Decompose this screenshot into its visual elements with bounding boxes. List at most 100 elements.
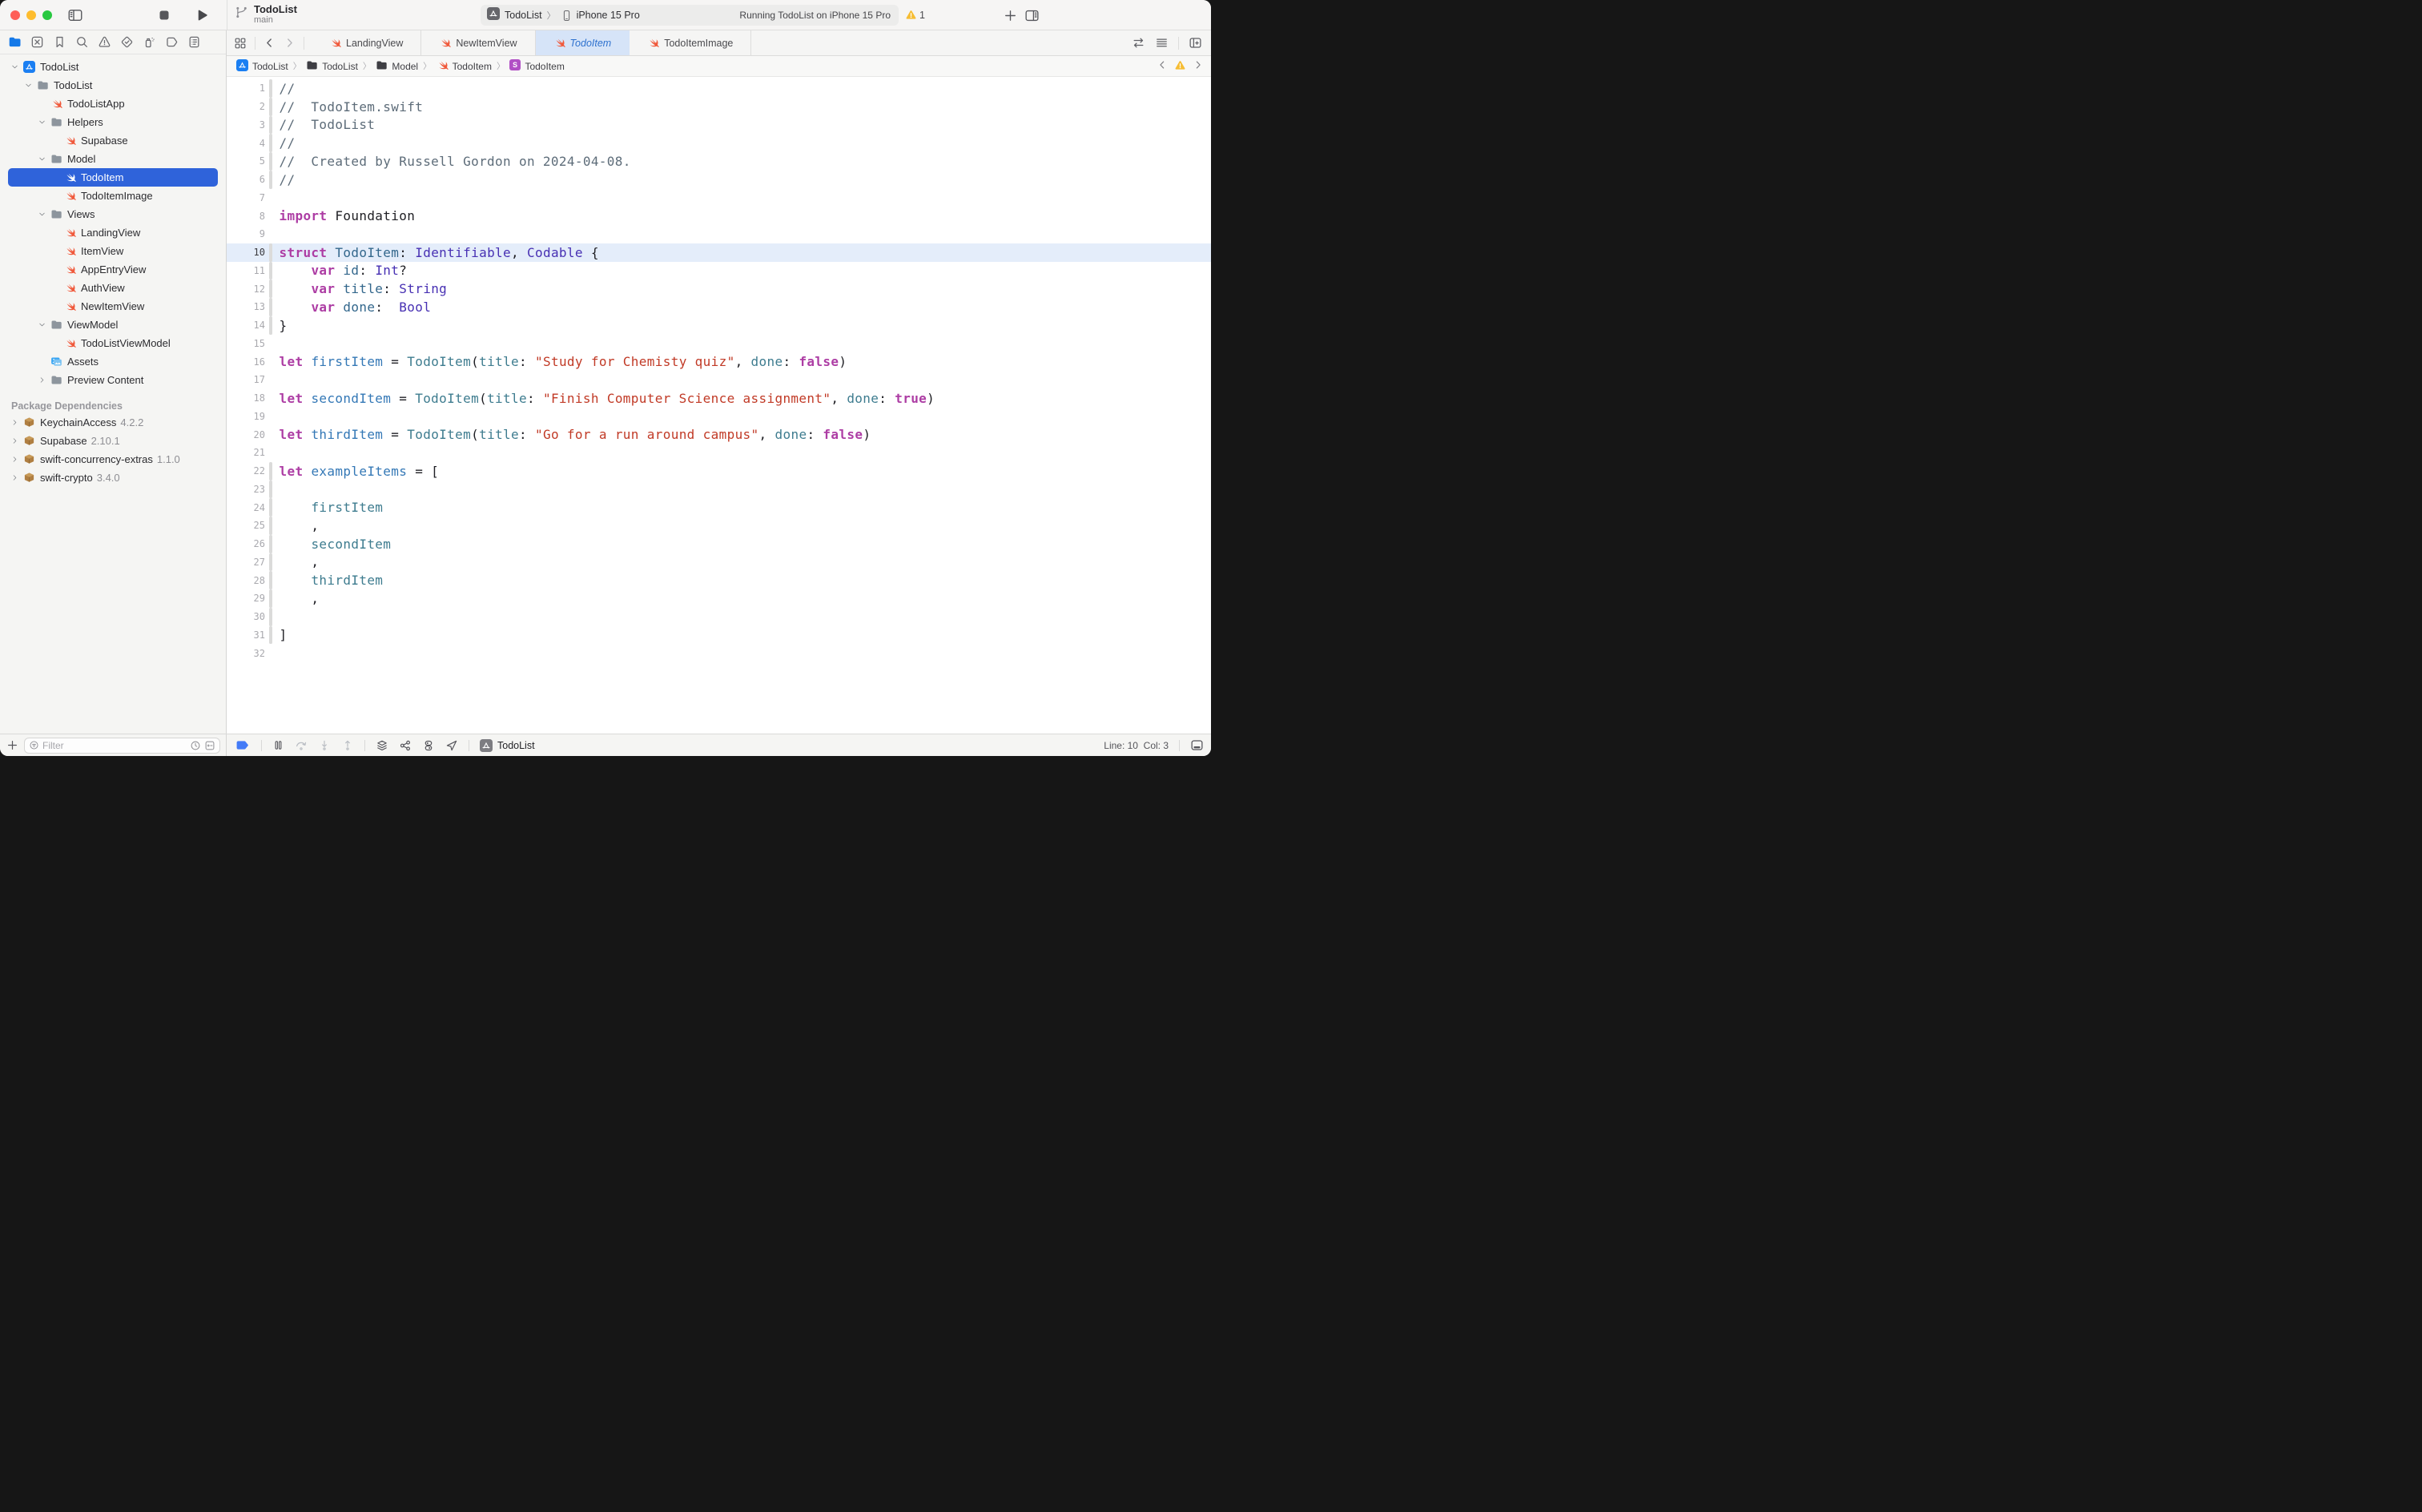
code-line-29[interactable]: 29 ,: [227, 589, 1211, 608]
disclosure-right-icon[interactable]: [11, 437, 22, 444]
simulate-location-icon[interactable]: [445, 739, 458, 752]
code-line-13[interactable]: 13 var done: Bool: [227, 298, 1211, 316]
breadcrumb-item-3[interactable]: TodoItem: [437, 59, 492, 74]
disclosure-right-icon[interactable]: [38, 376, 50, 384]
sidebar-item-assets[interactable]: Assets: [8, 352, 218, 371]
code-line-27[interactable]: 27 ,: [227, 553, 1211, 572]
breadcrumb-item-1[interactable]: TodoList: [306, 59, 358, 74]
sidebar-item-todolistviewmodel[interactable]: TodoListViewModel: [8, 334, 218, 352]
sidebar-item-landingview[interactable]: LandingView: [8, 223, 218, 242]
memory-graph-icon[interactable]: [399, 739, 412, 752]
tests-navigator-icon[interactable]: [120, 35, 134, 49]
next-issue-icon[interactable]: [1193, 60, 1203, 72]
code-line-6[interactable]: 6//: [227, 171, 1211, 189]
disclosure-down-icon[interactable]: [38, 211, 50, 218]
sidebar-item-model[interactable]: Model: [8, 150, 218, 168]
source-editor[interactable]: 1//2// TodoItem.swift3// TodoList4//5// …: [227, 77, 1211, 734]
package-item-swift-concurrency-extras[interactable]: swift-concurrency-extras1.1.0: [8, 450, 218, 468]
find-navigator-icon[interactable]: [75, 35, 89, 49]
code-line-21[interactable]: 21: [227, 444, 1211, 462]
running-app-indicator[interactable]: TodoList: [480, 739, 535, 752]
code-line-20[interactable]: 20let thirdItem = TodoItem(title: "Go fo…: [227, 425, 1211, 444]
code-line-16[interactable]: 16let firstItem = TodoItem(title: "Study…: [227, 352, 1211, 371]
pause-icon[interactable]: [272, 739, 284, 751]
close-window-button[interactable]: [10, 10, 20, 20]
breakpoints-toggle-icon[interactable]: [235, 740, 251, 751]
code-line-9[interactable]: 9: [227, 225, 1211, 243]
disclosure-down-icon[interactable]: [38, 321, 50, 328]
add-tab-icon[interactable]: [1004, 9, 1017, 22]
toggle-debug-area-icon[interactable]: [1190, 738, 1204, 752]
sidebar-item-viewmodel[interactable]: ViewModel: [8, 316, 218, 334]
step-out-icon[interactable]: [341, 739, 354, 752]
disclosure-down-icon[interactable]: [38, 155, 50, 163]
breadcrumb-item-0[interactable]: TodoList: [236, 59, 288, 74]
view-debugger-icon[interactable]: [376, 739, 388, 752]
disclosure-right-icon[interactable]: [11, 456, 22, 463]
code-line-26[interactable]: 26 secondItem: [227, 535, 1211, 553]
scheme-selector[interactable]: TodoList 〉 iPhone 15 Pro Running TodoLis…: [481, 5, 899, 26]
sidebar-item-todoitemimage[interactable]: TodoItemImage: [8, 187, 218, 205]
tab-todoitemimage[interactable]: TodoItemImage: [630, 30, 751, 55]
run-button[interactable]: [195, 8, 209, 22]
sidebar-item-views[interactable]: Views: [8, 205, 218, 223]
code-line-3[interactable]: 3// TodoList: [227, 116, 1211, 135]
project-navigator-icon[interactable]: [8, 35, 22, 49]
code-line-8[interactable]: 8import Foundation: [227, 207, 1211, 225]
tab-todoitem[interactable]: TodoItem: [536, 30, 630, 55]
step-into-icon[interactable]: [318, 739, 331, 752]
disclosure-right-icon[interactable]: [11, 419, 22, 426]
environment-overrides-icon[interactable]: [422, 739, 435, 752]
code-line-2[interactable]: 2// TodoItem.swift: [227, 98, 1211, 116]
code-line-5[interactable]: 5// Created by Russell Gordon on 2024-04…: [227, 152, 1211, 171]
sidebar-item-todolist[interactable]: TodoList: [8, 58, 218, 76]
code-line-1[interactable]: 1//: [227, 79, 1211, 98]
debug-navigator-icon[interactable]: [143, 35, 156, 49]
reports-navigator-icon[interactable]: [187, 35, 201, 49]
breadcrumb-item-2[interactable]: Model: [376, 59, 418, 74]
warnings-badge[interactable]: 1: [905, 9, 925, 21]
tab-overview-icon[interactable]: [234, 37, 247, 50]
code-line-24[interactable]: 24 firstItem: [227, 498, 1211, 517]
code-line-14[interactable]: 14}: [227, 316, 1211, 335]
recent-files-clock-icon[interactable]: [190, 740, 201, 751]
code-line-10[interactable]: 10struct TodoItem: Identifiable, Codable…: [227, 243, 1211, 262]
step-over-icon[interactable]: [295, 739, 308, 752]
code-line-18[interactable]: 18let secondItem = TodoItem(title: "Fini…: [227, 389, 1211, 408]
code-line-22[interactable]: 22let exampleItems = [: [227, 462, 1211, 481]
disclosure-down-icon[interactable]: [38, 119, 50, 126]
issue-warning-icon[interactable]: [1174, 59, 1186, 74]
changes-navigator-icon[interactable]: [30, 35, 44, 49]
code-line-7[interactable]: 7: [227, 189, 1211, 207]
breakpoints-navigator-icon[interactable]: [165, 35, 179, 49]
zoom-window-button[interactable]: [42, 10, 52, 20]
issues-navigator-icon[interactable]: [98, 35, 111, 49]
package-item-supabase[interactable]: Supabase2.10.1: [8, 432, 218, 450]
sidebar-item-appentryview[interactable]: AppEntryView: [8, 260, 218, 279]
disclosure-down-icon[interactable]: [11, 63, 22, 70]
previous-issue-icon[interactable]: [1157, 60, 1167, 72]
source-control-filter-icon[interactable]: [204, 740, 215, 751]
code-line-32[interactable]: 32: [227, 644, 1211, 662]
code-line-28[interactable]: 28 thirdItem: [227, 571, 1211, 589]
toggle-right-sidebar-icon[interactable]: [1024, 8, 1040, 23]
editor-options-icon[interactable]: [1155, 36, 1169, 50]
code-line-25[interactable]: 25 ,: [227, 517, 1211, 535]
minimize-window-button[interactable]: [26, 10, 36, 20]
code-line-31[interactable]: 31]: [227, 626, 1211, 645]
go-back-icon[interactable]: [264, 37, 276, 49]
package-item-swift-crypto[interactable]: swift-crypto3.4.0: [8, 468, 218, 487]
code-review-icon[interactable]: [1132, 36, 1145, 50]
sidebar-item-todolistapp[interactable]: TodoListApp: [8, 94, 218, 113]
tab-landingview[interactable]: LandingView: [312, 30, 421, 55]
sidebar-item-itemview[interactable]: ItemView: [8, 242, 218, 260]
code-line-11[interactable]: 11 var id: Int?: [227, 262, 1211, 280]
sidebar-item-supabase[interactable]: Supabase: [8, 131, 218, 150]
breadcrumb-item-4[interactable]: STodoItem: [509, 59, 564, 73]
go-forward-icon[interactable]: [284, 37, 296, 49]
add-editor-icon[interactable]: [1189, 36, 1202, 50]
code-line-30[interactable]: 30: [227, 608, 1211, 626]
add-item-icon[interactable]: [6, 739, 18, 751]
sidebar-item-todolist[interactable]: TodoList: [8, 76, 218, 94]
activity-status[interactable]: Running TodoList on iPhone 15 Pro: [739, 10, 891, 21]
